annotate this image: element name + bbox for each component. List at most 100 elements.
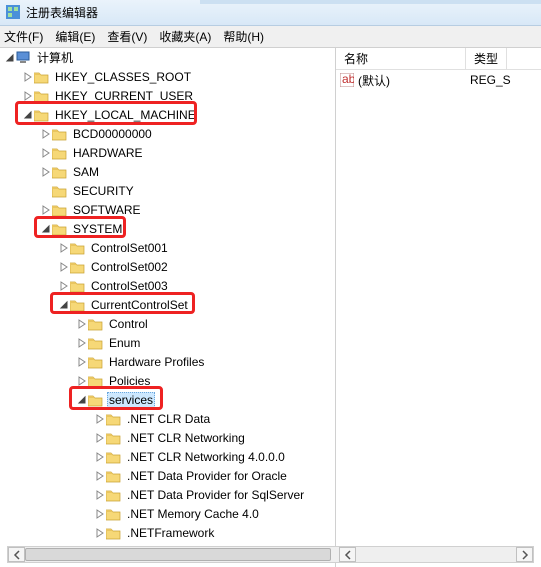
computer-icon bbox=[16, 51, 32, 65]
menu-edit[interactable]: 编辑(E) bbox=[55, 28, 95, 45]
tree-node-hkcr[interactable]: HKEY_CLASSES_ROOT bbox=[0, 67, 335, 86]
chevron-right-icon[interactable] bbox=[76, 375, 87, 386]
tree-label: SOFTWARE bbox=[71, 202, 143, 218]
scroll-left-button[interactable] bbox=[8, 547, 25, 562]
chevron-right-icon[interactable] bbox=[22, 71, 33, 82]
tree-node-system[interactable]: SYSTEM bbox=[0, 219, 335, 238]
chevron-right-icon[interactable] bbox=[94, 489, 105, 500]
scroll-inner-button[interactable] bbox=[339, 547, 356, 562]
tree-node-hkcu[interactable]: HKEY_CURRENT_USER bbox=[0, 86, 335, 105]
chevron-right-icon[interactable] bbox=[94, 508, 105, 519]
tree-node-netdatasql[interactable]: .NET Data Provider for SqlServer bbox=[0, 485, 335, 504]
tree-node-netclrdata[interactable]: .NET CLR Data bbox=[0, 409, 335, 428]
folder-icon bbox=[52, 146, 68, 160]
horizontal-scrollbar[interactable] bbox=[7, 546, 534, 563]
tree-label: 计算机 bbox=[35, 48, 75, 67]
tree-node-root[interactable]: 计算机 bbox=[0, 48, 335, 67]
folder-icon bbox=[70, 279, 86, 293]
tree-label: SYSTEM bbox=[71, 221, 124, 237]
folder-icon bbox=[88, 317, 104, 331]
tree-node-bcd[interactable]: BCD00000000 bbox=[0, 124, 335, 143]
chevron-right-icon[interactable] bbox=[22, 90, 33, 101]
tree-label: Control bbox=[107, 316, 150, 332]
tree-node-control[interactable]: Control bbox=[0, 314, 335, 333]
tree-label: .NETFramework bbox=[125, 525, 216, 541]
tree-pane: 计算机 HKEY_CLASSES_ROOT HKEY_CURRENT_USER … bbox=[0, 48, 336, 567]
tree-node-netmemcache[interactable]: .NET Memory Cache 4.0 bbox=[0, 504, 335, 523]
folder-icon bbox=[70, 241, 86, 255]
tree-node-enum[interactable]: Enum bbox=[0, 333, 335, 352]
chevron-right-icon[interactable] bbox=[94, 432, 105, 443]
tree-node-hklm[interactable]: HKEY_LOCAL_MACHINE bbox=[0, 105, 335, 124]
menu-bar: 文件(F) 编辑(E) 查看(V) 收藏夹(A) 帮助(H) bbox=[0, 26, 541, 48]
chevron-right-icon[interactable] bbox=[58, 280, 69, 291]
tree-label: .NET CLR Networking 4.0.0.0 bbox=[125, 449, 287, 465]
tree-label: HKEY_LOCAL_MACHINE bbox=[53, 107, 198, 123]
tree-node-hwprofiles[interactable]: Hardware Profiles bbox=[0, 352, 335, 371]
tree-node-services[interactable]: services bbox=[0, 390, 335, 409]
tree-label: HKEY_CURRENT_USER bbox=[53, 88, 195, 104]
chevron-right-icon[interactable] bbox=[40, 147, 51, 158]
tree-node-hardware[interactable]: HARDWARE bbox=[0, 143, 335, 162]
folder-icon bbox=[52, 127, 68, 141]
tree-label: services bbox=[107, 392, 155, 408]
value-type: REG_S bbox=[466, 73, 511, 87]
scroll-track[interactable] bbox=[25, 547, 339, 562]
scroll-right-button[interactable] bbox=[516, 547, 533, 562]
tree-node-policies[interactable]: Policies bbox=[0, 371, 335, 390]
folder-icon bbox=[106, 450, 122, 464]
tree-node-netclrnetworking[interactable]: .NET CLR Networking bbox=[0, 428, 335, 447]
tree-node-cs001[interactable]: ControlSet001 bbox=[0, 238, 335, 257]
chevron-down-icon[interactable] bbox=[76, 394, 87, 405]
menu-file[interactable]: 文件(F) bbox=[4, 28, 43, 45]
chevron-down-icon[interactable] bbox=[58, 299, 69, 310]
tree-label: ControlSet002 bbox=[89, 259, 170, 275]
tree-node-software[interactable]: SOFTWARE bbox=[0, 200, 335, 219]
scroll-thumb[interactable] bbox=[25, 548, 331, 561]
chevron-down-icon[interactable] bbox=[40, 223, 51, 234]
tree-node-ccs[interactable]: CurrentControlSet bbox=[0, 295, 335, 314]
tree-node-netframework[interactable]: .NETFramework bbox=[0, 523, 335, 542]
menu-favorites[interactable]: 收藏夹(A) bbox=[159, 28, 211, 45]
chevron-right-icon[interactable] bbox=[94, 470, 105, 481]
chevron-right-icon[interactable] bbox=[76, 337, 87, 348]
tree-label: .NET CLR Data bbox=[125, 411, 212, 427]
chevron-right-icon[interactable] bbox=[40, 166, 51, 177]
chevron-right-icon[interactable] bbox=[94, 451, 105, 462]
chevron-right-icon[interactable] bbox=[40, 204, 51, 215]
chevron-right-icon[interactable] bbox=[40, 128, 51, 139]
folder-icon bbox=[52, 203, 68, 217]
column-header-name[interactable]: 名称 bbox=[336, 48, 466, 70]
list-header: 名称 类型 bbox=[336, 48, 541, 70]
chevron-right-icon[interactable] bbox=[58, 261, 69, 272]
chevron-down-icon[interactable] bbox=[4, 52, 15, 63]
tree-label: HKEY_CLASSES_ROOT bbox=[53, 69, 193, 85]
folder-icon bbox=[70, 298, 86, 312]
folder-icon bbox=[106, 526, 122, 540]
folder-icon bbox=[52, 165, 68, 179]
menu-view[interactable]: 查看(V) bbox=[107, 28, 147, 45]
folder-icon bbox=[106, 412, 122, 426]
chevron-down-icon[interactable] bbox=[22, 109, 33, 120]
app-icon bbox=[6, 5, 22, 21]
column-header-type[interactable]: 类型 bbox=[466, 48, 507, 70]
tree-node-security[interactable]: SECURITY bbox=[0, 181, 335, 200]
folder-icon bbox=[106, 469, 122, 483]
tree-label: Enum bbox=[107, 335, 142, 351]
folder-icon bbox=[88, 393, 104, 407]
chevron-right-icon[interactable] bbox=[76, 318, 87, 329]
chevron-right-icon[interactable] bbox=[94, 413, 105, 424]
menu-help[interactable]: 帮助(H) bbox=[223, 28, 264, 45]
tree-label: ControlSet003 bbox=[89, 278, 170, 294]
tree-node-netclrnetworking4[interactable]: .NET CLR Networking 4.0.0.0 bbox=[0, 447, 335, 466]
chevron-right-icon[interactable] bbox=[94, 527, 105, 538]
tree-node-sam[interactable]: SAM bbox=[0, 162, 335, 181]
chevron-right-icon[interactable] bbox=[58, 242, 69, 253]
folder-icon bbox=[88, 374, 104, 388]
list-row[interactable]: (默认) REG_S bbox=[336, 70, 541, 90]
tree-node-cs003[interactable]: ControlSet003 bbox=[0, 276, 335, 295]
folder-icon bbox=[106, 507, 122, 521]
tree-node-cs002[interactable]: ControlSet002 bbox=[0, 257, 335, 276]
chevron-right-icon[interactable] bbox=[76, 356, 87, 367]
tree-node-netdataoracle[interactable]: .NET Data Provider for Oracle bbox=[0, 466, 335, 485]
